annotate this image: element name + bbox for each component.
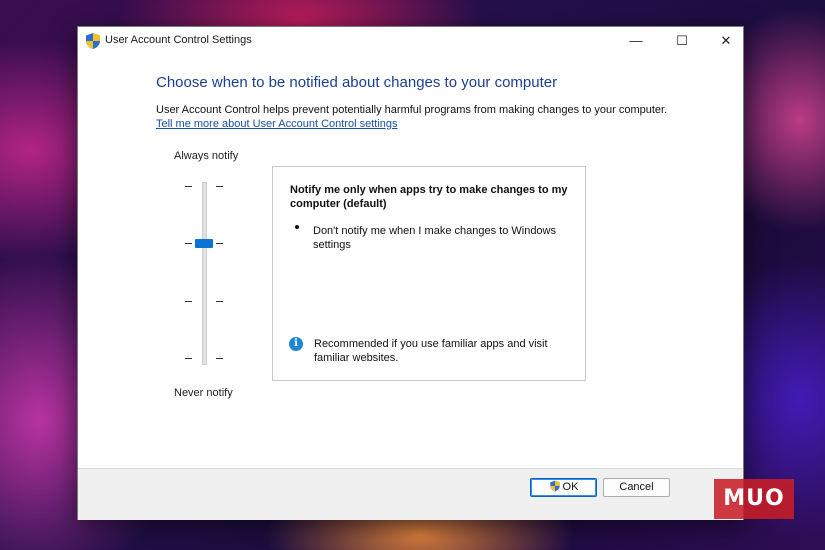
uac-settings-window: User Account Control Settings — ☐ ✕ Choo… (77, 26, 744, 520)
uac-shield-icon (549, 480, 560, 492)
description-text: User Account Control helps prevent poten… (156, 104, 668, 116)
slider-tick (185, 243, 192, 244)
level-description-panel: Notify me only when apps try to make cha… (272, 166, 586, 381)
slider-tick (185, 358, 192, 359)
minimize-button[interactable]: — (614, 27, 658, 55)
close-button[interactable]: ✕ (704, 27, 748, 55)
cancel-button[interactable]: Cancel (603, 478, 670, 497)
title-bar[interactable]: User Account Control Settings — ☐ ✕ (78, 27, 743, 55)
slider-top-label: Always notify (174, 150, 239, 162)
level-bullet: Don't notify me when I make changes to W… (313, 225, 556, 251)
slider-tick (185, 301, 192, 302)
ok-label: OK (562, 481, 579, 493)
slider-tick (216, 358, 223, 359)
level-title: Notify me only when apps try to make cha… (290, 184, 568, 210)
recommendation-text: Recommended if you use familiar apps and… (314, 338, 548, 364)
window-title: User Account Control Settings (105, 34, 252, 46)
page-heading: Choose when to be notified about changes… (156, 74, 558, 91)
slider-bottom-label: Never notify (174, 387, 233, 399)
ok-button[interactable]: OK (530, 478, 597, 497)
notification-slider-track[interactable] (202, 182, 207, 365)
slider-tick (216, 186, 223, 187)
slider-tick (216, 243, 223, 244)
maximize-button[interactable]: ☐ (660, 27, 704, 55)
watermark-logo: MUO (714, 479, 794, 519)
bullet-dot (295, 225, 299, 229)
slider-tick (185, 186, 192, 187)
info-icon: i (289, 337, 303, 351)
slider-tick (216, 301, 223, 302)
learn-more-link[interactable]: Tell me more about User Account Control … (156, 118, 398, 130)
slider-thumb[interactable] (195, 239, 213, 248)
uac-shield-icon (86, 33, 100, 49)
